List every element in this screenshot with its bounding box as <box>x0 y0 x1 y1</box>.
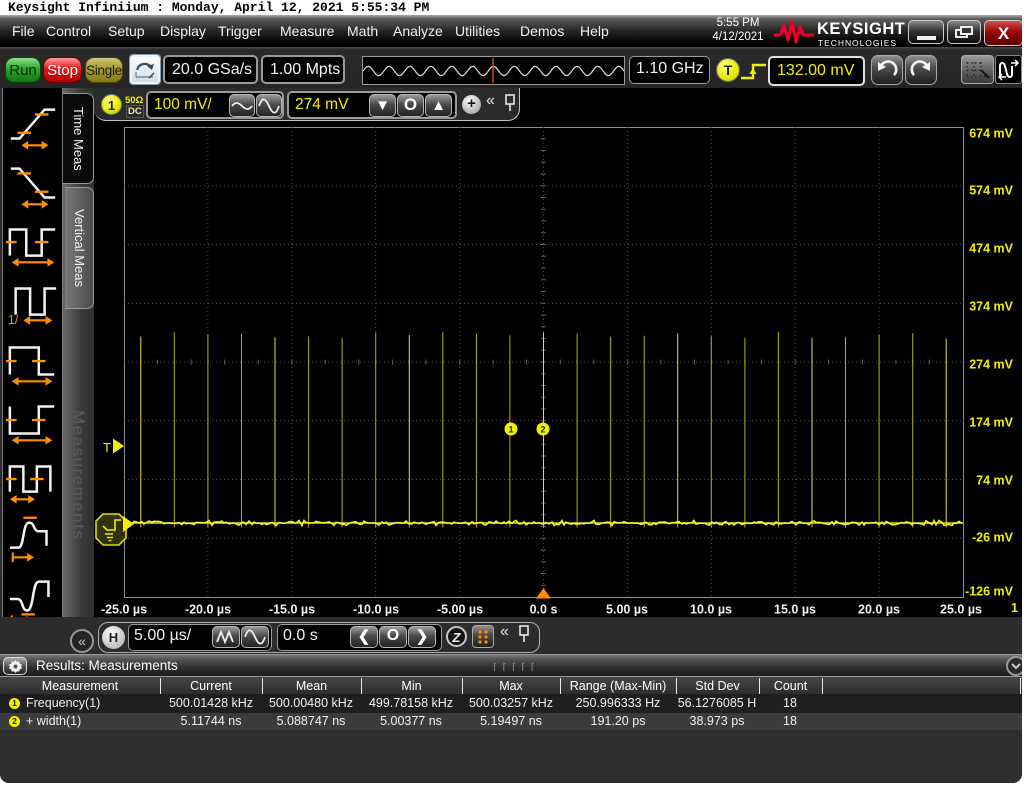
svg-text:174 mV: 174 mV <box>969 416 1013 430</box>
svg-text:15.0 µs: 15.0 µs <box>774 603 816 617</box>
svg-text:5.00 µs: 5.00 µs <box>606 603 648 617</box>
svg-text:274 mV: 274 mV <box>969 358 1013 372</box>
svg-text:1/: 1/ <box>8 313 19 327</box>
svg-text:-26 mV: -26 mV <box>972 531 1014 545</box>
svg-text:474 mV: 474 mV <box>969 242 1013 256</box>
svg-text:674 mV: 674 mV <box>969 127 1013 141</box>
svg-text:-15.0 µs: -15.0 µs <box>269 603 315 617</box>
svg-text:1: 1 <box>1011 601 1018 615</box>
svg-text:-126 mV: -126 mV <box>965 585 1014 599</box>
svg-text:-5.00 µs: -5.00 µs <box>437 603 483 617</box>
svg-text:1: 1 <box>508 425 513 435</box>
svg-text:2: 2 <box>540 425 545 435</box>
svg-text:-10.0 µs: -10.0 µs <box>353 603 399 617</box>
svg-text:10.0 µs: 10.0 µs <box>690 603 732 617</box>
svg-text:74 mV: 74 mV <box>976 474 1013 488</box>
svg-text:0.0 s: 0.0 s <box>530 603 558 617</box>
svg-text:T: T <box>103 440 111 455</box>
svg-text:374 mV: 374 mV <box>969 300 1013 314</box>
svg-text:20.0 µs: 20.0 µs <box>858 603 900 617</box>
svg-text:574 mV: 574 mV <box>969 184 1013 198</box>
svg-text:-20.0 µs: -20.0 µs <box>185 603 231 617</box>
svg-text:25.0 µs: 25.0 µs <box>940 603 982 617</box>
svg-text:-25.0 µs: -25.0 µs <box>101 603 147 617</box>
